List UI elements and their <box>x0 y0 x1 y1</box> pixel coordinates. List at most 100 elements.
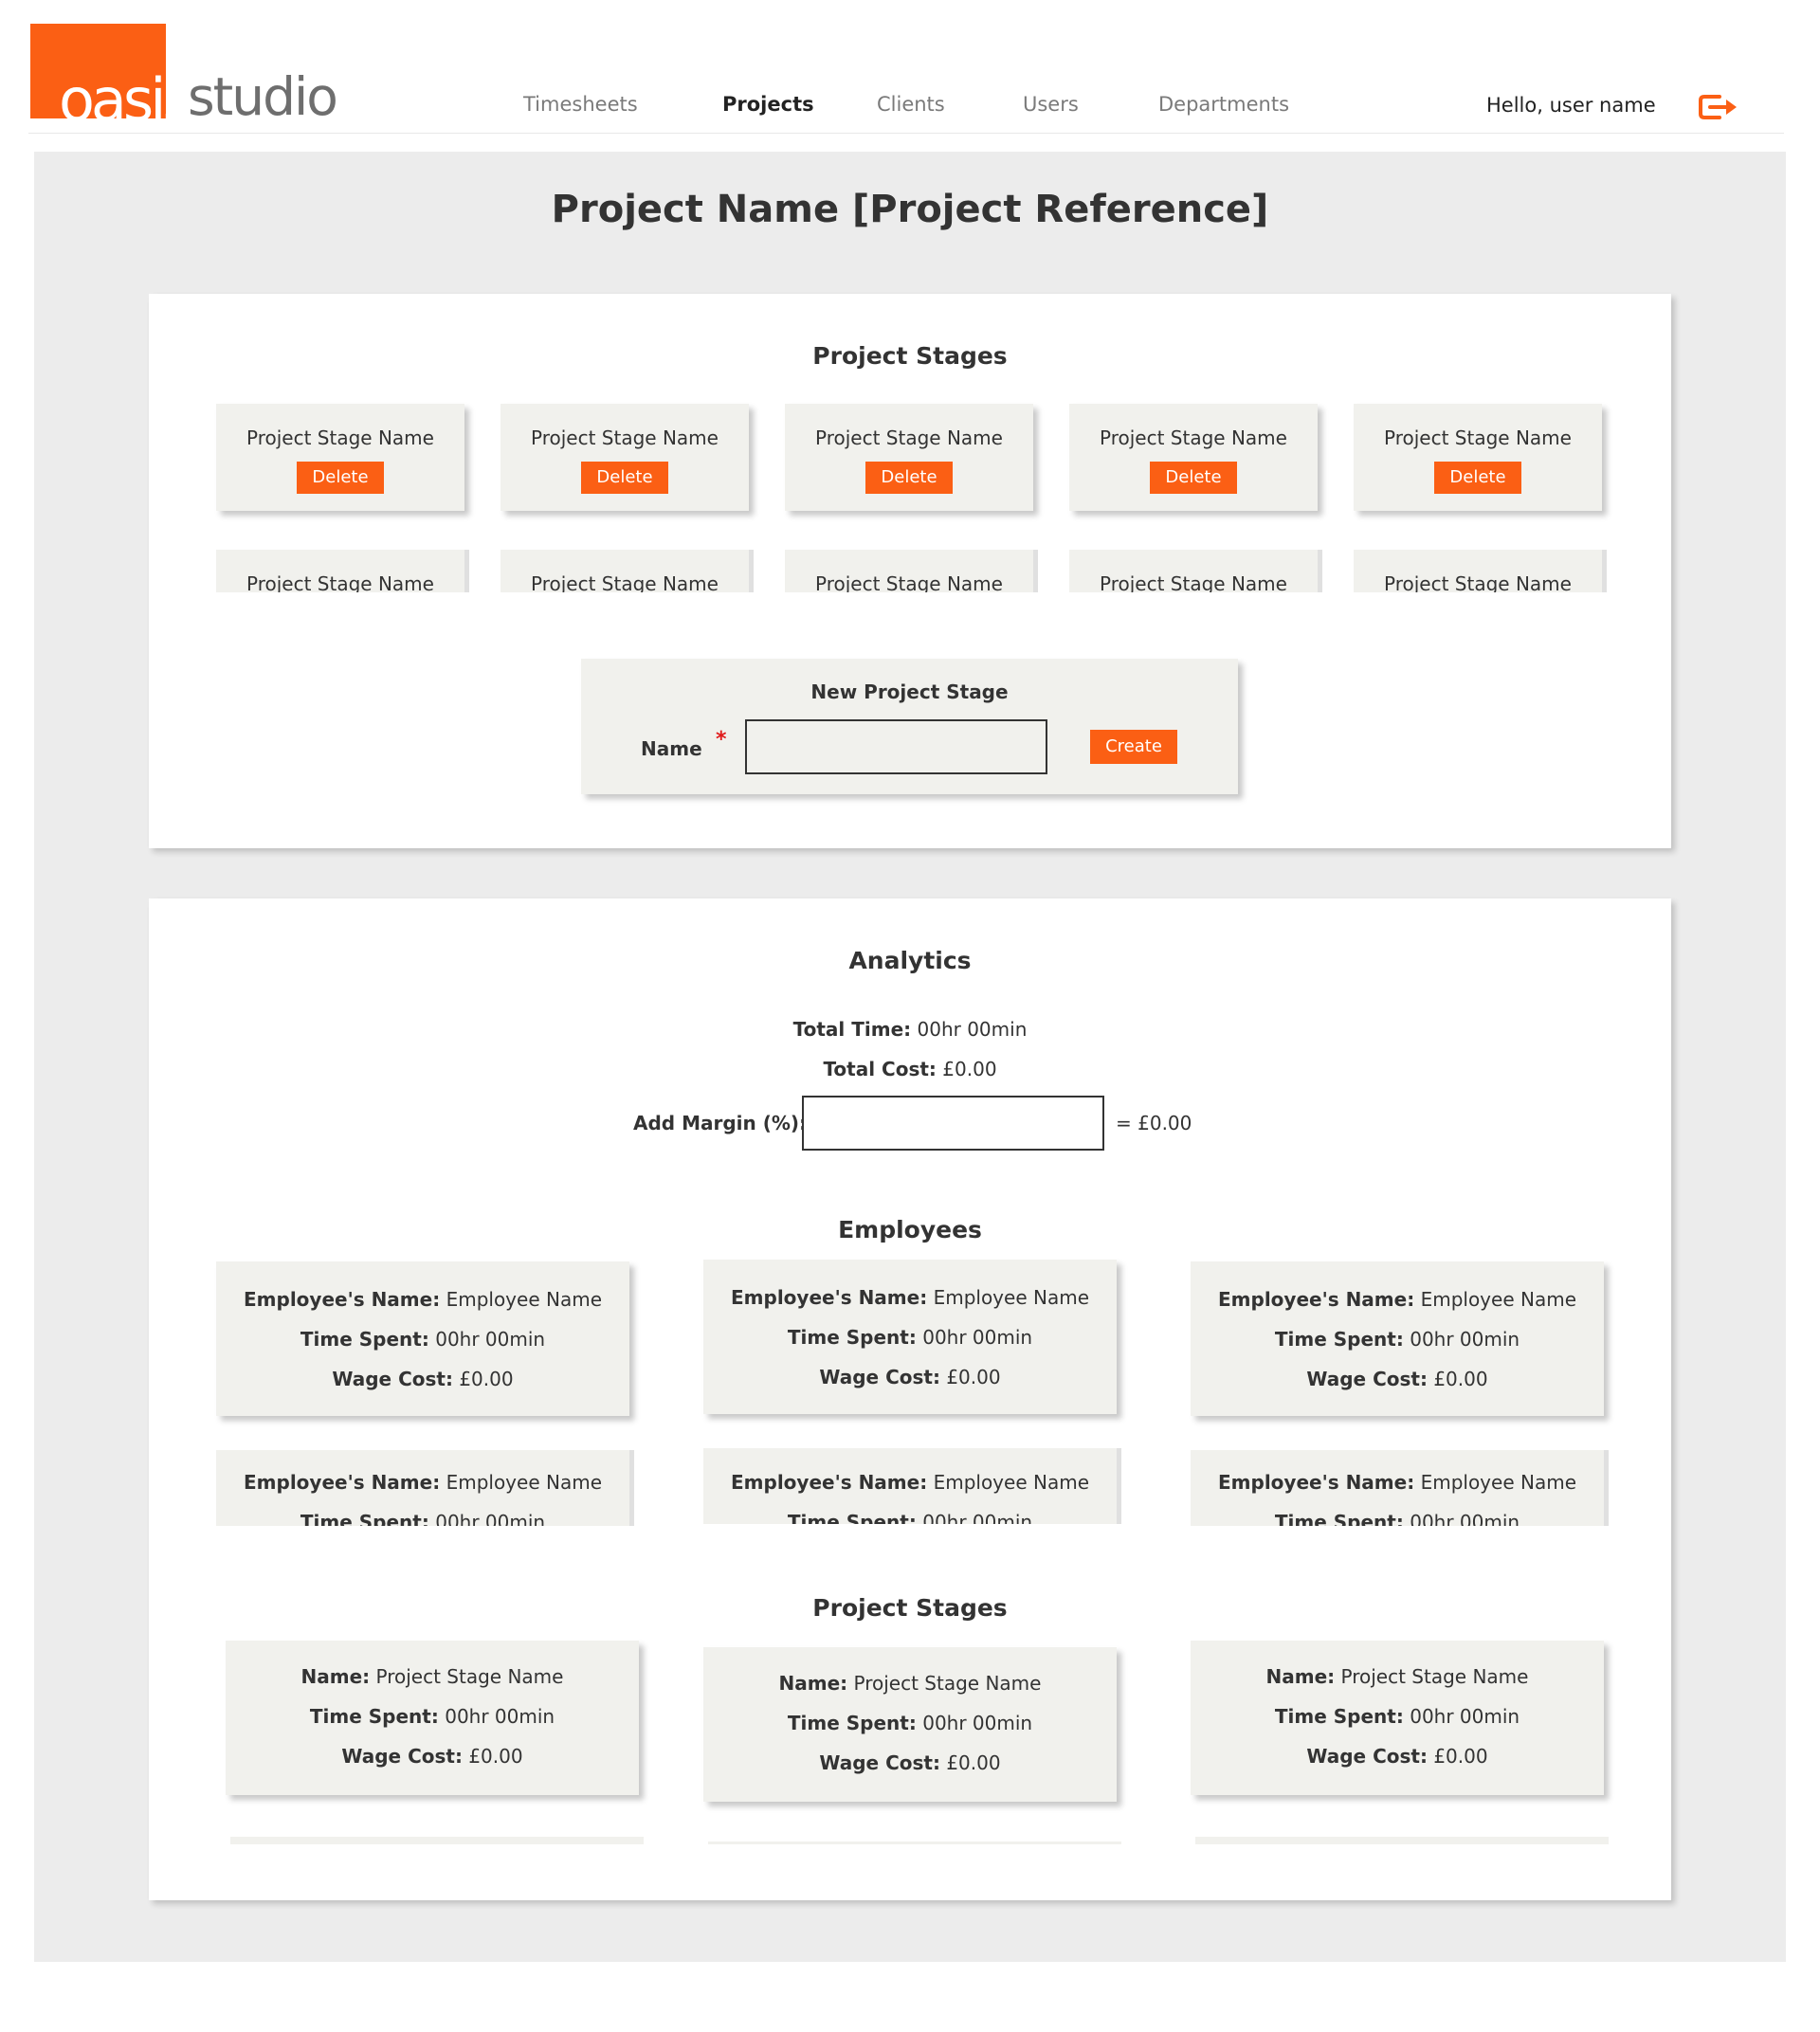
stage-name: Project Stage Name <box>1384 426 1572 449</box>
stage-name: Project Stage Name <box>246 426 434 449</box>
employee-card: Employee's Name: Employee Name Time Spen… <box>1191 1261 1604 1416</box>
nav-item-clients[interactable]: Clients <box>877 93 945 116</box>
employee-card: Employee's Name: Employee Name Time Spen… <box>703 1448 1117 1524</box>
time-spent-label: Time Spent: <box>787 1712 917 1734</box>
analytics-panel: Analytics Total Time: 00hr 00min Total C… <box>149 898 1671 1900</box>
employee-name-label: Employee's Name: <box>1218 1288 1415 1311</box>
stage-name-label: Name: <box>778 1672 848 1695</box>
logo[interactable]: oasis <box>30 24 166 118</box>
required-marker: * <box>716 728 727 752</box>
nav-item-users[interactable]: Users <box>1023 93 1079 116</box>
employee-name: Employee's Name: Employee Name <box>1191 1471 1604 1494</box>
delete-button[interactable]: Delete <box>865 462 953 494</box>
delete-button[interactable]: Delete <box>1434 462 1521 494</box>
stage-card: Project Stage Name <box>1354 550 1602 592</box>
employee-name-value: Employee Name <box>1420 1288 1576 1311</box>
time-spent-value: 00hr 00min <box>435 1511 546 1526</box>
time-spent-label: Time Spent: <box>309 1705 439 1728</box>
stage-analytics-card <box>708 1842 1121 1844</box>
nav-item-departments[interactable]: Departments <box>1158 93 1289 116</box>
time-spent-value: 00hr 00min <box>922 1712 1033 1734</box>
analytics-heading: Analytics <box>848 947 972 974</box>
stage-card: Project Stage Name Delete <box>1069 404 1318 511</box>
delete-button[interactable]: Delete <box>581 462 668 494</box>
time-spent-label: Time Spent: <box>300 1511 429 1526</box>
stage-card: Project Stage Name Delete <box>785 404 1033 511</box>
employee-cost: Wage Cost: £0.00 <box>216 1368 629 1390</box>
employee-card: Employee's Name: Employee Name Time Spen… <box>703 1260 1117 1414</box>
nav-item-projects[interactable]: Projects <box>722 93 814 116</box>
time-spent-value: 00hr 00min <box>1410 1328 1520 1351</box>
name-label: Name <box>641 737 702 760</box>
nav-item-timesheets[interactable]: Timesheets <box>523 93 638 116</box>
time-spent-label: Time Spent: <box>1274 1328 1404 1351</box>
employee-card: Employee's Name: Employee Name Time Spen… <box>216 1261 629 1416</box>
header-divider <box>28 133 1784 134</box>
wage-cost-value: £0.00 <box>1433 1368 1488 1390</box>
employee-name-value: Employee Name <box>446 1471 602 1494</box>
delete-button[interactable]: Delete <box>1150 462 1237 494</box>
employee-name: Employee's Name: Employee Name <box>216 1288 629 1311</box>
employee-name-label: Employee's Name: <box>1218 1471 1415 1494</box>
time-spent-label: Time Spent: <box>787 1511 917 1524</box>
employee-name: Employee's Name: Employee Name <box>216 1471 629 1494</box>
new-stage-form: New Project Stage Name * Create <box>581 659 1238 794</box>
delete-button[interactable]: Delete <box>297 462 384 494</box>
logout-icon[interactable] <box>1697 91 1738 123</box>
wage-cost-value: £0.00 <box>946 1751 1001 1774</box>
wage-cost-value: £0.00 <box>468 1745 523 1768</box>
stage-name: Project Stage Name <box>246 572 434 592</box>
employee-name-label: Employee's Name: <box>244 1288 441 1311</box>
stage-card: Project Stage Name Delete <box>500 404 749 511</box>
stage-analytics-card <box>230 1837 644 1844</box>
top-header: oasis studio Timesheets Projects Clients… <box>0 0 1820 135</box>
employee-name-label: Employee's Name: <box>244 1471 441 1494</box>
stage-analytics-card: Name: Project Stage Name Time Spent: 00h… <box>703 1647 1117 1802</box>
employee-card: Employee's Name: Employee Name Time Spen… <box>216 1450 629 1526</box>
stage-analytics-card <box>1195 1837 1609 1844</box>
time-spent-label: Time Spent: <box>1274 1511 1404 1526</box>
total-time: Total Time: 00hr 00min <box>149 1018 1671 1041</box>
stage-card: Project Stage Name Delete <box>216 404 464 511</box>
wage-cost-value: £0.00 <box>946 1366 1001 1388</box>
stage-name: Name: Project Stage Name <box>1191 1665 1604 1688</box>
stage-time: Time Spent: 00hr 00min <box>1191 1705 1604 1728</box>
employee-time: Time Spent: 00hr 00min <box>703 1326 1117 1349</box>
stage-time: Time Spent: 00hr 00min <box>226 1705 639 1728</box>
total-cost-value: £0.00 <box>942 1058 997 1080</box>
stage-name-label: Name: <box>1265 1665 1336 1688</box>
new-stage-heading: New Project Stage <box>810 680 1009 703</box>
stage-name: Project Stage Name <box>531 572 719 592</box>
time-spent-value: 00hr 00min <box>922 1511 1033 1524</box>
logo-word: oasis <box>59 65 166 119</box>
create-button[interactable]: Create <box>1090 730 1177 764</box>
employee-card: Employee's Name: Employee Name Time Spen… <box>1191 1450 1604 1526</box>
employee-time: Time Spent: 00hr 00min <box>216 1328 629 1351</box>
time-spent-value: 00hr 00min <box>445 1705 555 1728</box>
total-time-value: 00hr 00min <box>917 1018 1028 1041</box>
wage-cost-label: Wage Cost: <box>341 1745 463 1768</box>
wage-cost-label: Wage Cost: <box>1306 1745 1428 1768</box>
stage-cost: Wage Cost: £0.00 <box>226 1745 639 1768</box>
employee-name-value: Employee Name <box>933 1286 1089 1309</box>
stage-card: Project Stage Name Delete <box>1354 404 1602 511</box>
wage-cost-value: £0.00 <box>1433 1745 1488 1768</box>
margin-input[interactable] <box>802 1096 1104 1151</box>
project-stages-panel: Project Stages Project Stage Name Delete… <box>149 294 1671 848</box>
wage-cost-label: Wage Cost: <box>332 1368 453 1390</box>
employee-time: Time Spent: 00hr 00min <box>1191 1511 1604 1526</box>
employee-name: Employee's Name: Employee Name <box>703 1286 1117 1309</box>
employee-name: Employee's Name: Employee Name <box>1191 1288 1604 1311</box>
stage-name-input[interactable] <box>745 719 1047 774</box>
employees-heading: Employees <box>838 1216 982 1243</box>
wage-cost-label: Wage Cost: <box>819 1751 940 1774</box>
stage-card: Project Stage Name <box>785 550 1033 592</box>
stage-name-value: Project Stage Name <box>1340 1665 1529 1688</box>
time-spent-label: Time Spent: <box>787 1326 917 1349</box>
margin-label: Add Margin (%): <box>633 1112 808 1134</box>
wage-cost-label: Wage Cost: <box>1306 1368 1428 1390</box>
employee-time: Time Spent: 00hr 00min <box>1191 1328 1604 1351</box>
user-greeting: Hello, user name <box>1486 94 1656 117</box>
time-spent-value: 00hr 00min <box>922 1326 1033 1349</box>
time-spent-value: 00hr 00min <box>435 1328 546 1351</box>
